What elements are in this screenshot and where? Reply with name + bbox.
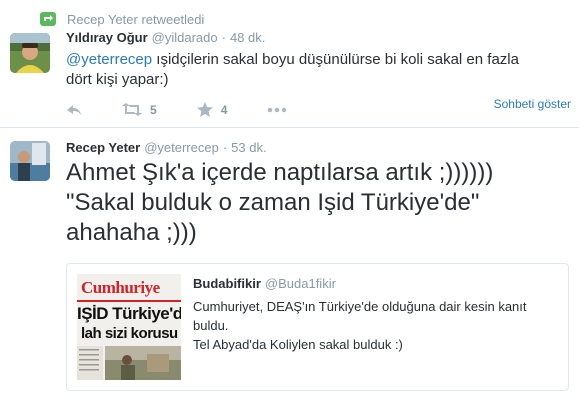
- tweet-text-line: Ahmet Şık'a içerde naptılarsa artık ;)))…: [66, 159, 494, 186]
- quoted-tweet[interactable]: Cumhuriye IŞİD Türkiye'd lah sizi korusu…: [66, 263, 569, 391]
- quoted-tweet-header: Budabifikir @Buda1fikir: [193, 276, 563, 291]
- newspaper-image[interactable]: Cumhuriye IŞİD Türkiye'd lah sizi korusu: [77, 274, 181, 380]
- quoted-tweet-text: Cumhuriyet, DEAŞ'ın Türkiye'de olduğuna …: [193, 297, 563, 354]
- author-name[interactable]: Recep Yeter: [66, 140, 140, 155]
- newspaper-headline: IŞİD Türkiye'd: [77, 304, 181, 323]
- tweet-header: Recep Yeter @yeterrecep · 53 dk.: [66, 140, 267, 155]
- separator: ·: [221, 30, 226, 45]
- quoted-author-username[interactable]: @Buda1fikir: [265, 276, 336, 291]
- tweet-text-line: ışidçilerin sakal boyu düşünülürse bi ko…: [152, 51, 519, 68]
- quoted-text-line: Cumhuriyet, DEAŞ'ın Türkiye'de olduğuna …: [193, 299, 527, 314]
- newspaper-masthead: Cumhuriye: [81, 278, 160, 297]
- retweet-icon: [122, 103, 142, 116]
- tweet-text-line: "Sakal bulduk o zaman Işid Türkiye'de": [66, 189, 480, 216]
- star-icon: [196, 102, 213, 117]
- tweet-header: Yıldıray Oğur @yildarado · 48 dk.: [66, 30, 265, 45]
- more-button[interactable]: [267, 107, 287, 113]
- reply-icon: [67, 104, 81, 115]
- show-conversation-link[interactable]: Sohbeti göster: [494, 97, 571, 111]
- reply-button[interactable]: [66, 104, 82, 116]
- favorite-count: 4: [220, 102, 228, 117]
- author-username[interactable]: @yildarado: [152, 30, 218, 45]
- author-username[interactable]: @yeterrecep: [144, 140, 219, 155]
- retweet-icon: [40, 12, 56, 26]
- quoted-tweet-body: Budabifikir @Buda1fikir Cumhuriyet, DEAŞ…: [193, 276, 563, 354]
- tweet-text: Ahmet Şık'a içerde naptılarsa artık ;)))…: [66, 158, 576, 248]
- avatar[interactable]: [10, 33, 50, 73]
- tweet-retweeted[interactable]: Recep Yeter retweetledi Yıldıray Oğur @y…: [0, 0, 579, 128]
- quoted-text-line: buldu.: [193, 318, 229, 333]
- tweet-actions: 5 4: [66, 102, 327, 117]
- retweet-context: Recep Yeter retweetledi: [40, 11, 204, 27]
- tweet-text: @yeterrecep ışidçilerin sakal boyu düşün…: [66, 50, 566, 90]
- retweet-count: 5: [150, 102, 157, 117]
- timestamp[interactable]: 53 dk.: [231, 140, 266, 155]
- tweet-text-line: ahahaha ;))): [66, 219, 197, 246]
- more-icon: [268, 107, 287, 112]
- separator: ·: [222, 140, 228, 155]
- retweet-button[interactable]: 5: [122, 103, 157, 117]
- favorite-button[interactable]: 4: [196, 102, 228, 117]
- quoted-author-name[interactable]: Budabifikir: [193, 276, 261, 291]
- avatar[interactable]: [10, 141, 50, 181]
- author-name[interactable]: Yıldıray Oğur: [66, 30, 148, 45]
- tweet[interactable]: Recep Yeter @yeterrecep · 53 dk. Ahmet Ş…: [0, 129, 579, 403]
- retweet-context-text[interactable]: Recep Yeter retweetledi: [67, 12, 204, 27]
- quoted-text-line: Tel Abyad'da Koliylen sakal bulduk :): [193, 337, 403, 352]
- tweet-text-line: dört kişi yapar:): [66, 71, 169, 88]
- timestamp[interactable]: 48 dk.: [230, 30, 265, 45]
- newspaper-subheadline: lah sizi korusu: [81, 325, 178, 342]
- mention-link[interactable]: @yeterrecep: [66, 51, 152, 68]
